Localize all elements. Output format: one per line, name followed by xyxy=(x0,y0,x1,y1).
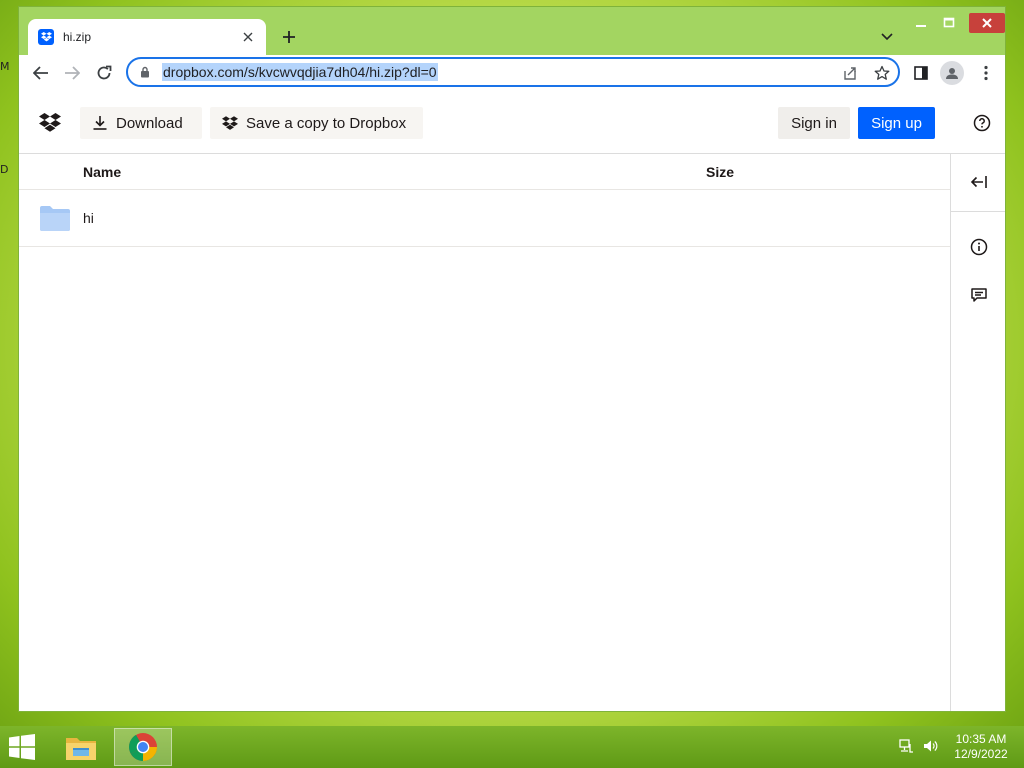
dropbox-favicon-icon xyxy=(38,29,54,45)
file-explorer-taskbar-icon[interactable] xyxy=(52,728,110,766)
back-arrow-icon[interactable] xyxy=(29,61,53,85)
taskbar: 10:35 AM 12/9/2022 xyxy=(0,726,1024,768)
file-name[interactable]: hi xyxy=(83,210,94,226)
right-rail xyxy=(950,154,1005,711)
clock-time: 10:35 AM xyxy=(955,732,1007,746)
save-copy-to-dropbox-button[interactable]: Save a copy to Dropbox xyxy=(210,107,423,139)
help-icon[interactable] xyxy=(972,113,992,133)
column-header-name[interactable]: Name xyxy=(83,164,121,180)
collapse-panel-arrow-icon[interactable] xyxy=(967,170,991,194)
profile-avatar-icon[interactable] xyxy=(940,61,964,85)
desktop-icon-label: M xyxy=(0,60,10,73)
side-panel-icon[interactable] xyxy=(911,63,931,83)
file-list: Name Size hi xyxy=(19,154,950,711)
chrome-taskbar-icon[interactable] xyxy=(114,728,172,766)
title-bar: hi.zip xyxy=(19,7,1005,55)
download-label: Download xyxy=(116,114,183,132)
column-header-size[interactable]: Size xyxy=(706,164,734,180)
info-icon[interactable] xyxy=(967,235,991,259)
address-bar[interactable]: dropbox.com/s/kvcwvqdjia7dh04/hi.zip?dl=… xyxy=(126,57,900,87)
page-header: Download Save a copy to Dropbox Sign in … xyxy=(19,91,1005,154)
reload-icon[interactable] xyxy=(92,61,116,85)
sign-up-button[interactable]: Sign up xyxy=(858,107,935,139)
divider xyxy=(951,211,1005,212)
list-item[interactable]: hi xyxy=(19,190,950,247)
sign-in-button[interactable]: Sign in xyxy=(778,107,850,139)
list-header: Name Size xyxy=(19,154,950,190)
network-icon[interactable] xyxy=(898,738,914,754)
share-icon[interactable] xyxy=(840,63,860,83)
browser-tab[interactable]: hi.zip xyxy=(28,19,266,55)
download-icon xyxy=(92,115,108,131)
minimize-button[interactable] xyxy=(911,13,931,33)
dropbox-page: Download Save a copy to Dropbox Sign in … xyxy=(19,91,1005,711)
forward-arrow-icon[interactable] xyxy=(60,61,84,85)
save-copy-label: Save a copy to Dropbox xyxy=(246,114,407,132)
browser-toolbar: dropbox.com/s/kvcwvqdjia7dh04/hi.zip?dl=… xyxy=(19,55,1005,91)
tab-title: hi.zip xyxy=(63,30,92,44)
lock-icon[interactable] xyxy=(138,65,152,79)
url-text[interactable]: dropbox.com/s/kvcwvqdjia7dh04/hi.zip?dl=… xyxy=(162,63,438,81)
windows-start-icon[interactable] xyxy=(8,734,38,760)
clock[interactable]: 10:35 AM 12/9/2022 xyxy=(950,732,1012,762)
volume-icon[interactable] xyxy=(922,738,938,754)
folder-icon xyxy=(39,204,71,232)
maximize-button[interactable] xyxy=(939,13,959,33)
desktop-icon-label: D xyxy=(0,163,9,176)
browser-window: hi.zip dropbox.com/s/kvcwvqdjia7dh04/hi.… xyxy=(18,6,1006,712)
new-tab-button[interactable] xyxy=(277,25,301,49)
dropbox-icon xyxy=(222,115,238,131)
kebab-menu-icon[interactable] xyxy=(976,63,996,83)
comment-icon[interactable] xyxy=(967,283,991,307)
clock-date: 12/9/2022 xyxy=(954,747,1008,761)
dropbox-logo-icon[interactable] xyxy=(39,113,61,133)
close-window-button[interactable] xyxy=(969,13,1005,33)
download-button[interactable]: Download xyxy=(80,107,202,139)
tab-close-icon[interactable] xyxy=(240,29,256,45)
tab-search-chevron-down-icon[interactable] xyxy=(877,27,897,47)
bookmark-star-icon[interactable] xyxy=(872,63,892,83)
